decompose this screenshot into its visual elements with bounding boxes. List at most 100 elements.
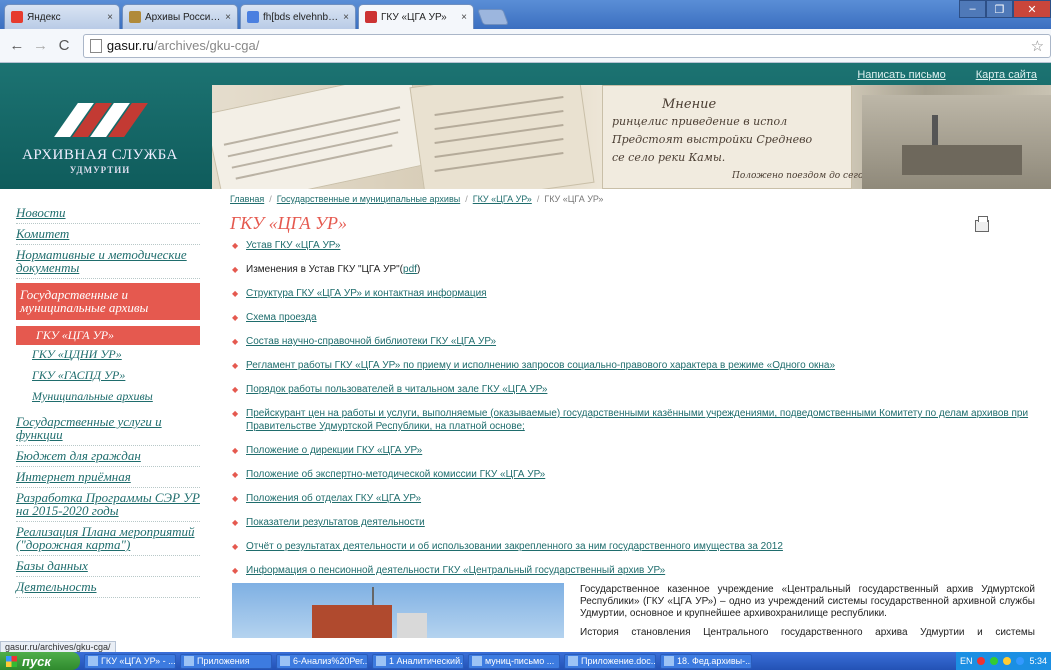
browser-tab[interactable]: Яндекс × [4,4,120,29]
browser-tab[interactable]: ГКУ «ЦГА УР» × [358,4,474,29]
reload-icon[interactable]: C [53,35,75,57]
tab-close-icon[interactable]: × [225,12,231,23]
document-link[interactable]: Регламент работы ГКУ «ЦГА УР» по приему … [246,360,835,371]
nav-item[interactable]: Бюджет для граждан [16,446,200,467]
archive-building-photo [232,583,564,638]
document-link[interactable]: Структура ГКУ «ЦГА УР» и контактная инфо… [246,288,487,299]
address-bar[interactable]: gasur.ru /archives/gku-cga/ ☆ [82,33,1051,58]
taskbar-item[interactable]: муниц-письмо ... [468,653,560,669]
taskbar-item[interactable]: Приложение.doc... [564,653,656,669]
document-link[interactable]: Состав научно-справочной библиотеки ГКУ … [246,336,496,347]
breadcrumb-archives[interactable]: Государственные и муниципальные архивы [277,194,460,204]
tab-close-icon[interactable]: × [461,12,467,23]
nav-item[interactable]: Базы данных [16,556,200,577]
browser-toolbar: ← → C gasur.ru /archives/gku-cga/ ☆ [0,29,1051,63]
app-icon [472,656,482,666]
system-tray: EN 5:34 [955,652,1051,670]
document-text-suffix: ) [416,264,421,275]
nav-subitem[interactable]: Муниципальные архивы [32,387,200,408]
pdf-link[interactable]: pdf [403,264,417,275]
back-icon[interactable]: ← [6,35,28,57]
sitemap-link[interactable]: Карта сайта [976,69,1037,81]
tab-label: fh[bds elvehnbb - Поиск в G [263,11,339,23]
document-link[interactable]: Схема проезда [246,312,317,323]
maximize-button[interactable]: ❐ [986,0,1013,18]
nav-item[interactable]: Разработка Программы СЭР УР на 2015-2020… [16,488,200,522]
site-header: Написать письмо Карта сайта АРХИВНАЯ СЛУ… [0,63,1051,189]
breadcrumb-home[interactable]: Главная [230,194,264,204]
taskbar-item-label: Приложения [197,656,250,666]
document-link[interactable]: Положение об экспертно-методической коми… [246,469,545,480]
tray-icon[interactable] [1016,657,1025,665]
start-button[interactable]: пуск [0,652,80,670]
bullet-icon: ◆ [232,385,239,394]
nav-item[interactable]: Новости [16,203,200,224]
document-item: ◆ Состав научно-справочной библиотеки ГКУ… [232,335,1042,348]
bullet-icon: ◆ [232,494,239,503]
app-icon [568,656,578,666]
taskbar-item[interactable]: Приложения [180,653,272,669]
document-item: ◆ Порядок работы пользователей в читально… [232,383,1042,396]
app-icon [280,656,290,666]
header-links: Написать письмо Карта сайта [857,69,1037,81]
bookmark-star-icon[interactable]: ☆ [1031,37,1044,55]
minimize-button[interactable]: – [959,0,986,18]
taskbar-item[interactable]: 1 Аналитический... [372,653,464,669]
document-link[interactable]: Положение о дирекции ГКУ «ЦГА УР» [246,445,422,456]
new-tab-button[interactable] [477,9,509,25]
page-icon [89,38,102,53]
bullet-icon: ◆ [232,518,239,527]
forward-icon[interactable]: → [30,35,52,57]
breadcrumb-gku-cga[interactable]: ГКУ «ЦГА УР» [473,194,532,204]
url-host: gasur.ru [106,38,154,53]
taskbar-item-label: Приложение.doc... [581,656,656,666]
nav-item[interactable]: Комитет [16,224,200,245]
print-icon[interactable] [975,216,989,232]
taskbar-item[interactable]: 6-Анализ%20Рег... [276,653,368,669]
nav-item[interactable]: Реализация Плана мероприятий ("дорожная … [16,522,200,556]
nav-item[interactable]: Деятельность [16,577,200,598]
breadcrumb: Главная / Государственные и муниципальные … [230,194,604,204]
bullet-icon: ◆ [232,542,239,551]
browser-tab[interactable]: fh[bds elvehnbb - Поиск в G × [240,4,356,29]
taskbar-item-label: 1 Аналитический... [389,656,464,666]
document-link[interactable]: Показатели результатов деятельности [246,517,425,528]
about-section: Государственное казенное учреждение «Цен… [580,584,1035,638]
tab-close-icon[interactable]: × [107,12,113,23]
bullet-icon: ◆ [232,361,239,370]
tray-icon[interactable] [990,657,999,665]
tray-icon[interactable] [977,657,986,665]
document-link[interactable]: Устав ГКУ «ЦГА УР» [246,240,340,251]
web-page: Написать письмо Карта сайта АРХИВНАЯ СЛУ… [0,63,1051,638]
bullet-icon: ◆ [232,566,239,575]
document-link[interactable]: Информация о пенсионной деятельности ГКУ… [246,565,665,576]
document-link[interactable]: Отчёт о результатах деятельности и об ис… [246,541,783,552]
nav-subitem[interactable]: ГКУ «ЦГА УР» [16,326,200,345]
nav-subitem[interactable]: ГКУ «ЦДНИ УР» [32,345,200,366]
taskbar-item[interactable]: 18. Фед.архивы-... [660,653,752,669]
language-indicator[interactable]: EN [960,656,973,666]
bullet-icon: ◆ [232,470,239,479]
site-logo[interactable] [54,103,148,137]
nav-item[interactable]: Государственные и муниципальные архивы [16,283,200,320]
write-letter-link[interactable]: Написать письмо [857,69,945,81]
taskbar-item[interactable]: ГКУ «ЦГА УР» - ... [84,653,176,669]
nav-item[interactable]: Нормативные и методические документы [16,245,200,279]
nav-submenu: ГКУ «ЦГА УР» ГКУ «ЦДНИ УР» ГКУ «ГАСПД УР» М… [16,320,200,412]
bullet-icon: ◆ [232,446,239,455]
document-item: ◆ Положение о дирекции ГКУ «ЦГА УР» [232,444,1042,457]
document-link[interactable]: Прейскурант цен на работы и услуги, выпо… [246,408,1028,432]
window-controls: – ❐ ✕ [959,0,1051,18]
os-taskbar: пуск ГКУ «ЦГА УР» - ... Приложения 6-Анали… [0,652,1051,670]
nav-item[interactable]: Интернет приёмная [16,467,200,488]
document-link[interactable]: Положения об отделах ГКУ «ЦГА УР» [246,493,421,504]
left-navigation: Новости Комитет Нормативные и методические… [16,203,200,598]
document-link[interactable]: Порядок работы пользователей в читальном… [246,384,547,395]
browser-tab[interactable]: Архивы России. Методиче × [122,4,238,29]
close-window-button[interactable]: ✕ [1013,0,1051,18]
nav-item[interactable]: Государственные услуги и функции [16,412,200,446]
tab-close-icon[interactable]: × [343,12,349,23]
page-title: ГКУ «ЦГА УР» [230,213,348,233]
tray-icon[interactable] [1003,657,1012,665]
nav-subitem[interactable]: ГКУ «ГАСПД УР» [32,366,200,387]
